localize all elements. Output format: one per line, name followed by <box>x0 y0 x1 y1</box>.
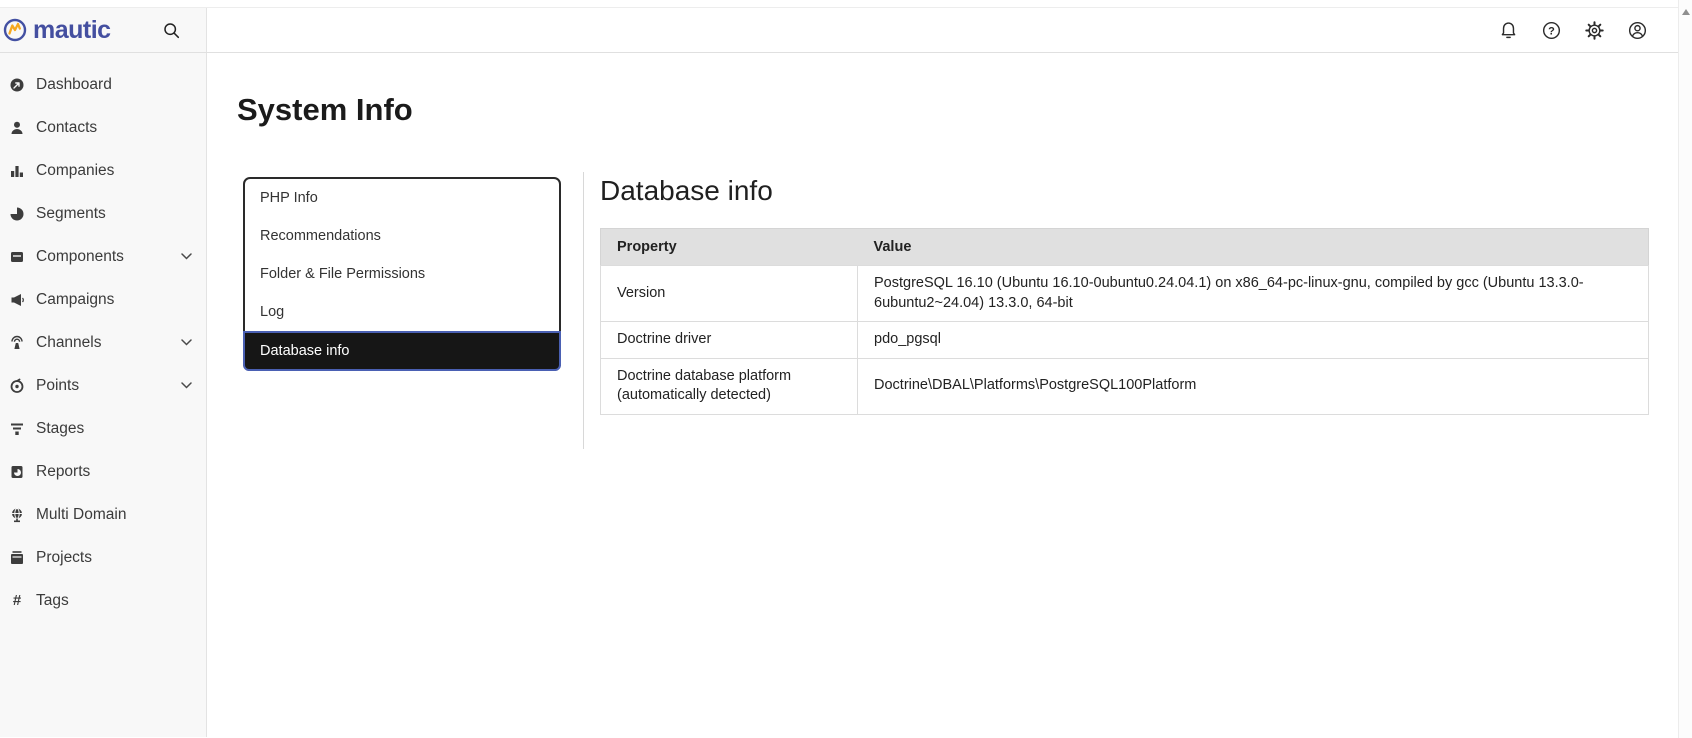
components-icon <box>8 249 26 265</box>
section-title: Database info <box>600 175 773 206</box>
tab-label: PHP Info <box>260 190 318 206</box>
sidebar-item-companies[interactable]: Companies <box>0 149 206 192</box>
sidebar-item-label: Dashboard <box>36 75 112 93</box>
app-window: mautic ? Dashboard Contacts Companies Se… <box>0 0 1692 738</box>
property-cell: Doctrine database platform (automaticall… <box>600 357 858 415</box>
sidebar-item-campaigns[interactable]: Campaigns <box>0 278 206 321</box>
chevron-down-icon <box>181 382 192 389</box>
sidebar-item-label: Channels <box>36 333 102 351</box>
tab-label: Recommendations <box>260 228 381 244</box>
campaigns-icon <box>8 292 26 308</box>
tab-folder-file-permissions[interactable]: Folder & File Permissions <box>245 255 559 293</box>
table-row: Doctrine driver pdo_pgsql <box>600 321 1649 359</box>
sidebar-item-segments[interactable]: Segments <box>0 192 206 235</box>
sidebar-item-dashboard[interactable]: Dashboard <box>0 63 206 106</box>
search-button[interactable] <box>163 22 180 39</box>
value-cell: Doctrine\DBAL\Platforms\PostgreSQL100Pla… <box>857 357 1649 415</box>
brand-area: mautic <box>0 8 207 52</box>
bell-icon <box>1498 20 1519 41</box>
sidebar-item-label: Components <box>36 247 124 265</box>
stages-icon <box>8 421 26 437</box>
help-button[interactable]: ? <box>1541 20 1562 41</box>
channels-icon <box>8 335 26 351</box>
sidebar-item-label: Contacts <box>36 118 98 136</box>
sidebar-item-label: Multi Domain <box>36 505 127 523</box>
chevron-down-icon <box>181 253 192 260</box>
help-icon: ? <box>1541 20 1562 41</box>
brand-logo[interactable]: mautic <box>3 16 111 45</box>
sidebar-item-stages[interactable]: Stages <box>0 407 206 450</box>
sidebar-item-label: Reports <box>36 462 91 480</box>
gear-icon <box>1584 20 1605 41</box>
account-button[interactable] <box>1627 20 1648 41</box>
sidebar-item-components[interactable]: Components <box>0 235 206 278</box>
tab-label: Folder & File Permissions <box>260 266 426 282</box>
tab-label: Database info <box>260 343 350 359</box>
sidebar-item-label: Segments <box>36 204 106 222</box>
property-cell: Doctrine driver <box>600 321 858 359</box>
multi-domain-icon <box>8 507 26 523</box>
page-title: System Info <box>237 92 413 127</box>
sidebar-item-label: Projects <box>36 548 92 566</box>
tab-database-info[interactable]: Database info <box>243 331 561 371</box>
account-icon <box>1627 20 1648 41</box>
table-header-row: Property Value <box>600 228 1649 266</box>
sidebar: Dashboard Contacts Companies Segments Co… <box>0 53 207 737</box>
tags-icon: # <box>12 592 22 609</box>
database-info-table: Property Value Version PostgreSQL 16.10 … <box>600 228 1649 415</box>
chevron-down-icon <box>181 339 192 346</box>
table-row: Version PostgreSQL 16.10 (Ubuntu 16.10-0… <box>600 264 1649 323</box>
brand-wordmark: mautic <box>33 15 111 44</box>
mautic-logo-icon <box>3 18 27 42</box>
sidebar-item-label: Stages <box>36 419 85 437</box>
system-info-tab-list: PHP Info Recommendations Folder & File P… <box>243 177 561 371</box>
property-cell: Version <box>600 264 858 323</box>
dashboard-icon <box>8 77 26 93</box>
settings-button[interactable] <box>1584 20 1605 41</box>
sidebar-item-contacts[interactable]: Contacts <box>0 106 206 149</box>
projects-icon <box>8 550 26 566</box>
header-actions: ? <box>207 8 1678 52</box>
segments-icon <box>8 206 26 222</box>
contacts-icon <box>8 120 26 136</box>
reports-icon <box>8 464 26 480</box>
tab-recommendations[interactable]: Recommendations <box>245 217 559 255</box>
top-header: mautic ? <box>0 8 1678 53</box>
svg-text:?: ? <box>1548 25 1555 37</box>
table-row: Doctrine database platform (automaticall… <box>600 357 1649 415</box>
column-header-value: Value <box>857 228 1649 266</box>
points-icon <box>8 378 26 394</box>
column-header-property: Property <box>600 228 858 266</box>
sidebar-item-label: Points <box>36 376 80 394</box>
sidebar-item-label: Campaigns <box>36 290 115 308</box>
main-content: System Info PHP Info Recommendations Fol… <box>207 53 1678 737</box>
sidebar-item-multi-domain[interactable]: Multi Domain <box>0 493 206 536</box>
top-strip <box>0 0 1678 8</box>
tab-label: Log <box>260 304 285 320</box>
tab-php-info[interactable]: PHP Info <box>245 179 559 217</box>
notifications-button[interactable] <box>1498 20 1519 41</box>
companies-icon <box>8 163 26 179</box>
sidebar-item-label: Companies <box>36 161 115 179</box>
sidebar-item-points[interactable]: Points <box>0 364 206 407</box>
search-icon <box>163 22 180 39</box>
sidebar-item-label: Tags <box>36 591 69 609</box>
sidebar-item-channels[interactable]: Channels <box>0 321 206 364</box>
sidebar-item-tags[interactable]: # Tags <box>0 579 206 622</box>
vertical-scrollbar[interactable] <box>1678 0 1692 738</box>
database-info-panel: Database info Property Value Version Pos… <box>583 172 1678 449</box>
tab-log[interactable]: Log <box>245 293 559 331</box>
sidebar-item-projects[interactable]: Projects <box>0 536 206 579</box>
sidebar-item-reports[interactable]: Reports <box>0 450 206 493</box>
value-cell: pdo_pgsql <box>857 321 1649 359</box>
scroll-up-arrow-icon[interactable] <box>1682 9 1690 15</box>
value-cell: PostgreSQL 16.10 (Ubuntu 16.10-0ubuntu0.… <box>857 264 1649 323</box>
